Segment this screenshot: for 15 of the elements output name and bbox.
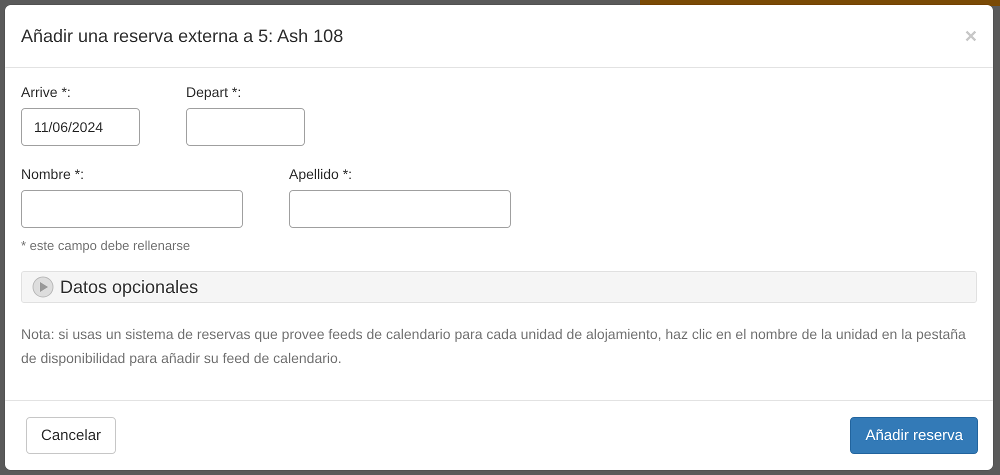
input-field[interactable]	[186, 108, 305, 146]
field-label: Nombre *:	[21, 166, 86, 182]
input-field[interactable]	[289, 190, 511, 228]
add-button[interactable]: Añadir reserva	[850, 417, 978, 454]
play-icon	[32, 276, 54, 298]
input-field[interactable]: 11/06/2024	[21, 108, 140, 146]
field-label: Apellido *:	[289, 166, 354, 182]
cancel-button[interactable]: Cancelar	[26, 417, 116, 454]
field-label: Depart *:	[186, 84, 242, 100]
required-note: * este campo debe rellenarse	[21, 238, 192, 253]
input-field[interactable]	[21, 190, 243, 228]
note-text: Nota: si usas un sistema de reservas que provee feeds de calendario para cada unidad de alojamiento, haz clic en el nombre de la unidad en la pestaña de disponibilidad para añadir su feed de calendario.	[21, 325, 966, 368]
field-label: Arrive *:	[21, 84, 72, 100]
dialog-title: Añadir una reserva externa a 5: Ash 108	[21, 26, 344, 46]
optional-section[interactable]: Datos opcionales	[21, 271, 977, 303]
